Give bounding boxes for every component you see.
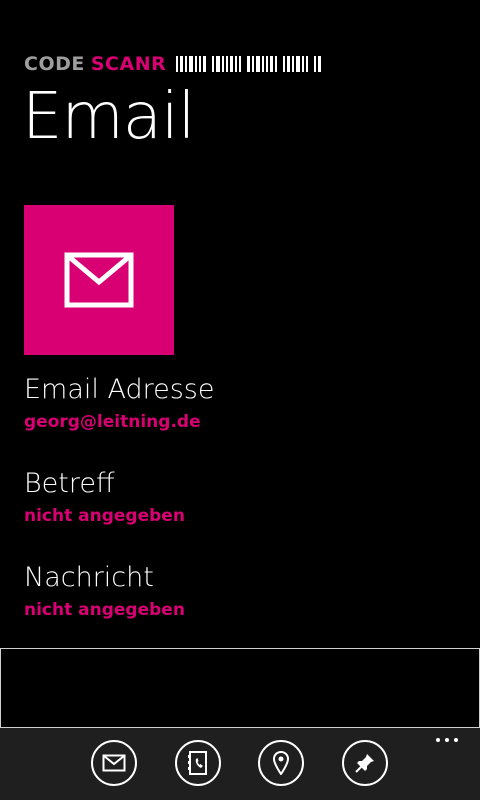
field-label: Betreff xyxy=(24,468,115,499)
field-value: georg@leitning.de xyxy=(24,412,201,432)
brand-scanr: SCANR xyxy=(90,53,167,75)
more-icon[interactable] xyxy=(436,738,458,742)
field-label: Nachricht xyxy=(24,562,154,593)
app-header: CODE SCANR xyxy=(24,52,323,76)
app-bar xyxy=(0,728,480,800)
field-message: Nachricht nicht angegeben xyxy=(24,562,185,620)
send-email-button[interactable] xyxy=(91,740,137,786)
field-value: nicht angegeben xyxy=(24,600,185,620)
ad-banner-area[interactable] xyxy=(0,648,480,728)
field-value: nicht angegeben xyxy=(24,506,185,526)
brand-code: CODE xyxy=(24,53,85,75)
map-location-button[interactable] xyxy=(258,740,304,786)
field-label: Email Adresse xyxy=(24,374,215,405)
field-email-address: Email Adresse georg@leitning.de xyxy=(24,374,215,432)
add-contact-button[interactable] xyxy=(175,740,221,786)
map-pin-icon xyxy=(273,751,289,775)
barcode-logo xyxy=(176,56,323,72)
page-title: Email xyxy=(22,80,196,154)
pin-to-start-button[interactable] xyxy=(342,740,388,786)
pin-icon xyxy=(355,754,374,773)
add-contact-icon xyxy=(188,751,207,775)
email-tile xyxy=(24,205,174,355)
send-email-icon xyxy=(102,754,126,772)
field-subject: Betreff nicht angegeben xyxy=(24,468,185,526)
envelope-icon xyxy=(64,252,134,308)
